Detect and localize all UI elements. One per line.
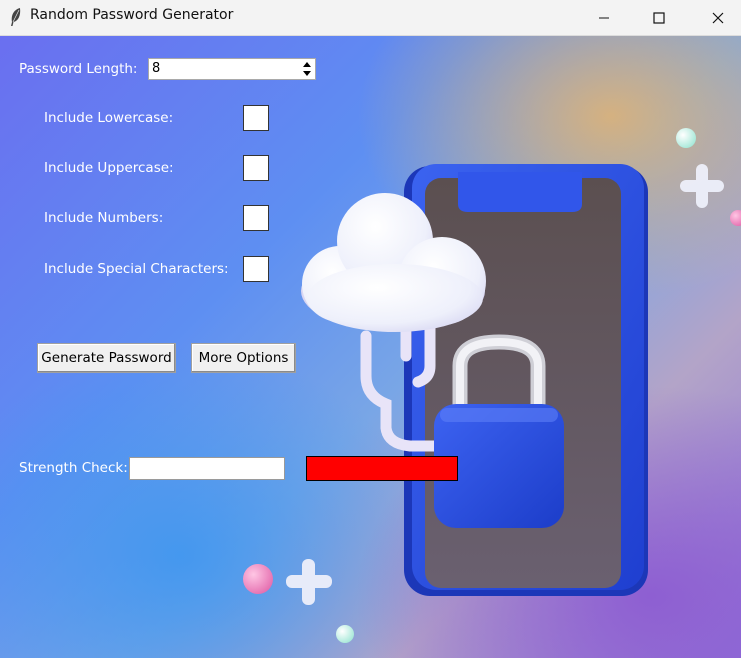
strength-indicator: [306, 456, 458, 481]
include-numbers-label: Include Numbers:: [44, 210, 164, 226]
spin-down-button[interactable]: [300, 69, 314, 78]
include-uppercase-checkbox[interactable]: [243, 155, 269, 181]
minimize-icon: [599, 17, 609, 18]
maximize-button[interactable]: [636, 0, 682, 35]
include-special-checkbox[interactable]: [243, 256, 269, 282]
spin-arrows: [300, 60, 314, 78]
generate-password-button[interactable]: Generate Password: [37, 343, 176, 373]
strength-check-label: Strength Check:: [19, 460, 128, 476]
close-icon: [712, 12, 724, 23]
app-window: Random Password Generator Password Lengt…: [0, 0, 741, 658]
window-title: Random Password Generator: [30, 7, 234, 23]
close-button[interactable]: [695, 0, 741, 35]
triangle-up-icon: [303, 62, 311, 67]
password-output-field[interactable]: [129, 457, 285, 480]
password-length-label: Password Length:: [19, 61, 138, 77]
background-panel: Password Length: 8 Include Lowercase: In…: [0, 36, 741, 658]
include-uppercase-label: Include Uppercase:: [44, 160, 174, 176]
include-lowercase-checkbox[interactable]: [243, 105, 269, 131]
maximize-icon: [653, 11, 665, 24]
triangle-down-icon: [303, 71, 311, 76]
title-bar: Random Password Generator: [0, 0, 741, 36]
feather-icon: [11, 8, 21, 26]
more-options-button[interactable]: More Options: [191, 343, 296, 373]
include-lowercase-label: Include Lowercase:: [44, 110, 174, 126]
phone-graphic: [404, 164, 648, 596]
include-special-label: Include Special Characters:: [44, 261, 229, 277]
minimize-button[interactable]: [581, 0, 627, 35]
spin-up-button[interactable]: [300, 60, 314, 69]
password-length-spinbox[interactable]: 8: [148, 58, 316, 80]
include-numbers-checkbox[interactable]: [243, 205, 269, 231]
password-length-value[interactable]: 8: [152, 61, 160, 76]
